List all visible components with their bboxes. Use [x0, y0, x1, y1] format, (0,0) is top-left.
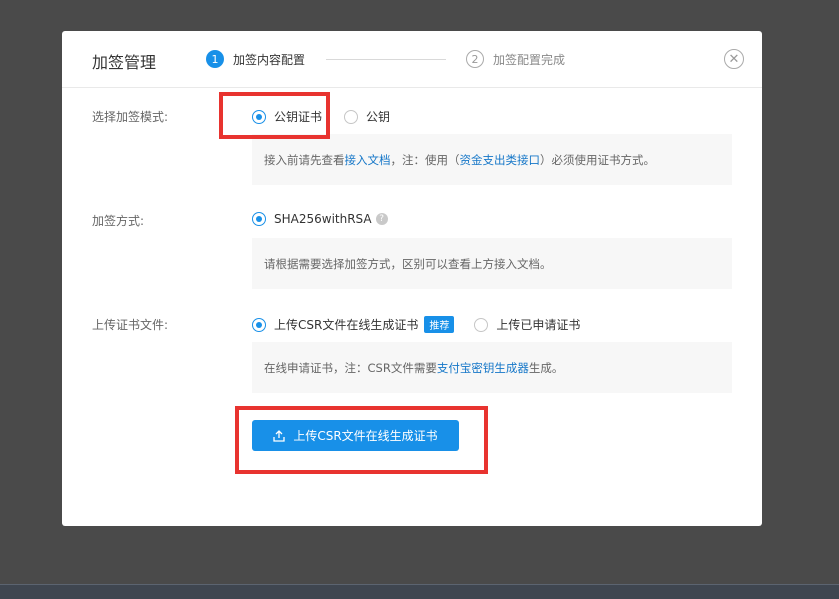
method-option-sha256[interactable]: SHA256withRSA — [252, 212, 372, 226]
highlight-box-upload-button — [235, 406, 488, 474]
method-info-text: 请根据需要选择加签方式，区别可以查看上方接入文档。 — [264, 256, 552, 271]
modal-title: 加签管理 — [92, 53, 157, 72]
key-generator-link[interactable]: 支付宝密钥生成器 — [437, 360, 529, 376]
radio-selected-icon — [252, 317, 266, 332]
radio-unselected-icon — [344, 109, 359, 124]
modal-header: 加签管理 1 加签内容配置 2 加签配置完成 ✕ — [62, 31, 762, 88]
upload-option-csr-label: 上传CSR文件在线生成证书 — [274, 318, 419, 332]
step-2: 2 加签配置完成 — [466, 50, 565, 68]
mode-info-box: 接入前请先查看 接入文档 ，注：使用（ 资金支出类接口 ）必须使用证书方式。 — [252, 134, 732, 185]
method-radio-group: SHA256withRSA ? — [252, 212, 388, 226]
step-1: 1 加签内容配置 — [206, 50, 305, 68]
upload-option-existing[interactable]: 上传已申请证书 — [474, 316, 580, 333]
mode-option-pubkey[interactable]: 公钥 — [344, 108, 390, 125]
fund-api-link[interactable]: 资金支出类接口 — [460, 152, 541, 168]
upload-info-suffix: 生成。 — [528, 360, 564, 375]
method-option-label: SHA256withRSA — [274, 212, 372, 226]
upload-label: 上传证书文件: — [92, 318, 169, 332]
mode-info-middle: ，注：使用（ — [390, 152, 460, 167]
step-1-number: 1 — [206, 50, 224, 68]
step-connector — [326, 59, 446, 60]
close-icon[interactable]: ✕ — [724, 49, 744, 69]
recommended-badge: 推荐 — [424, 316, 455, 333]
upload-option-existing-label: 上传已申请证书 — [496, 318, 581, 332]
help-icon[interactable]: ? — [375, 213, 388, 225]
mode-option-pubkey-label: 公钥 — [366, 110, 391, 124]
bottom-bar — [0, 584, 839, 599]
mode-label: 选择加签模式: — [92, 110, 169, 124]
upload-option-csr[interactable]: 上传CSR文件在线生成证书 推荐 — [252, 316, 455, 333]
step-2-label: 加签配置完成 — [493, 52, 566, 67]
step-2-number: 2 — [466, 50, 484, 68]
step-1-label: 加签内容配置 — [233, 52, 306, 67]
radio-selected-icon — [252, 212, 266, 226]
access-doc-link[interactable]: 接入文档 — [345, 152, 391, 168]
upload-info-prefix: 在线申请证书，注：CSR文件需要 — [264, 360, 437, 375]
radio-unselected-icon — [474, 317, 489, 332]
method-label: 加签方式: — [92, 214, 145, 228]
upload-info-box: 在线申请证书，注：CSR文件需要 支付宝密钥生成器 生成。 — [252, 342, 732, 393]
method-info-box: 请根据需要选择加签方式，区别可以查看上方接入文档。 — [252, 238, 732, 289]
mode-info-suffix: ）必须使用证书方式。 — [540, 152, 655, 167]
highlight-box-cert-option — [219, 92, 330, 139]
upload-radio-group: 上传CSR文件在线生成证书 推荐 上传已申请证书 — [252, 316, 580, 333]
mode-info-prefix: 接入前请先查看 — [264, 152, 345, 167]
